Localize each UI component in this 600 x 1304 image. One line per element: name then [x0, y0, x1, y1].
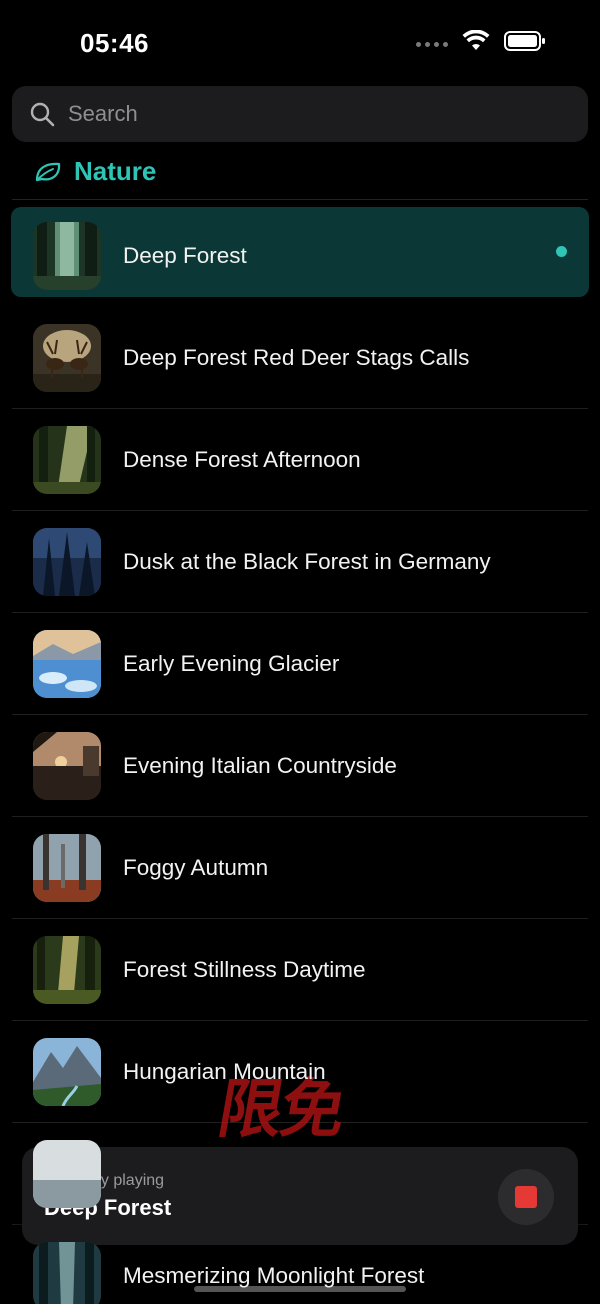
stop-icon: [515, 1186, 537, 1208]
list-item[interactable]: Evening Italian Countryside: [0, 715, 600, 817]
track-title: Deep Forest Red Deer Stags Calls: [123, 345, 470, 370]
now-playing-indicator: [556, 246, 567, 257]
list-item[interactable]: Deep Forest Red Deer Stags Calls: [0, 307, 600, 409]
wifi-icon: [462, 30, 490, 50]
cellular-signal-icon: [416, 41, 448, 47]
glacier-thumbnail: [33, 630, 101, 698]
list-item[interactable]: Early Evening Glacier: [0, 613, 600, 715]
battery-icon: [504, 31, 545, 51]
foggy-autumn-thumbnail: [33, 834, 101, 902]
moonlight-forest-thumbnail: [33, 1242, 101, 1304]
stop-button[interactable]: [498, 1169, 554, 1225]
track-title: Deep Forest: [123, 243, 247, 268]
red-deer-stags-thumbnail: [33, 324, 101, 392]
dense-forest-thumbnail: [33, 426, 101, 494]
list-item[interactable]: Hungarian Mountain: [0, 1021, 600, 1123]
category-label: Nature: [74, 156, 157, 186]
search-input[interactable]: [66, 100, 588, 128]
track-list: Deep Forest Deep Forest Red Deer Stags C…: [0, 205, 600, 1304]
divider: [12, 199, 588, 200]
list-item[interactable]: Dense Forest Afternoon: [0, 409, 600, 511]
search-icon: [30, 102, 55, 127]
status-time: 05:46: [80, 28, 149, 58]
list-item[interactable]: Deep Forest: [0, 205, 600, 307]
black-forest-dusk-thumbnail: [33, 528, 101, 596]
status-icons: [416, 30, 546, 52]
search-bar[interactable]: [12, 86, 588, 142]
hungarian-mountain-thumbnail: [33, 1038, 101, 1106]
list-item[interactable]: Dusk at the Black Forest in Germany: [0, 511, 600, 613]
deep-forest-thumbnail: [33, 222, 101, 290]
track-title: Dusk at the Black Forest in Germany: [123, 549, 491, 574]
track-title: Forest Stillness Daytime: [123, 957, 366, 982]
category-header[interactable]: Nature: [34, 156, 156, 187]
track-title: Mesmerizing Moonlight Forest: [123, 1263, 425, 1288]
track-title: Evening Italian Countryside: [123, 753, 397, 778]
track-title: Dense Forest Afternoon: [123, 447, 361, 472]
list-item[interactable]: Foggy Autumn: [0, 817, 600, 919]
status-bar: 05:46: [0, 0, 600, 84]
now-playing-bar[interactable]: Currently playing Deep Forest: [22, 1147, 578, 1245]
track-title: Hungarian Mountain: [123, 1059, 326, 1084]
app-screen: 05:46 Na: [0, 0, 600, 1304]
forest-stillness-thumbnail: [33, 936, 101, 1004]
track-title: Early Evening Glacier: [123, 651, 340, 676]
leaf-icon: [35, 162, 61, 181]
track-title: Foggy Autumn: [123, 855, 269, 880]
hidden-track-thumbnail: [33, 1140, 101, 1208]
italian-countryside-thumbnail: [33, 732, 101, 800]
list-item[interactable]: Forest Stillness Daytime: [0, 919, 600, 1021]
